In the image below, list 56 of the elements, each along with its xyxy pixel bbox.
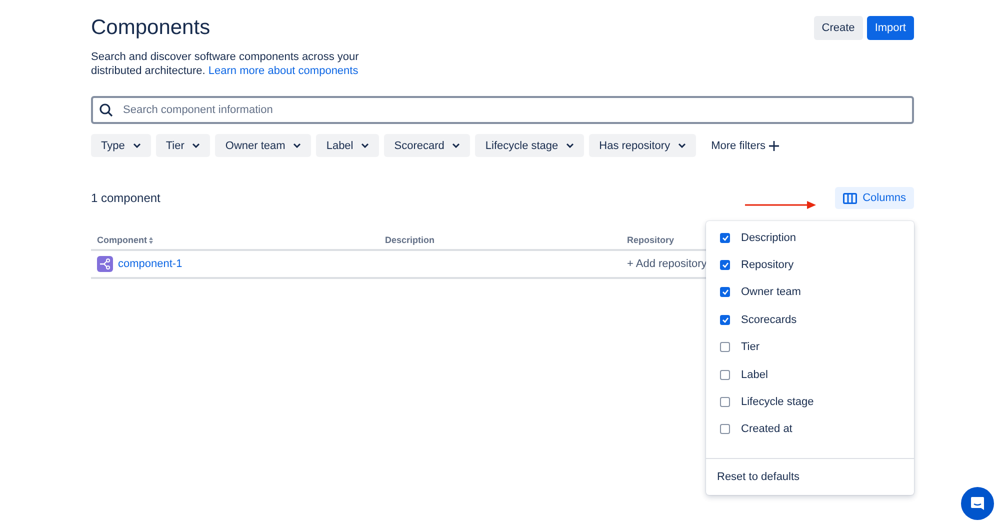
column-option[interactable]: Lifecycle stage bbox=[706, 388, 914, 416]
chevron-down-icon bbox=[132, 143, 141, 148]
search-icon bbox=[99, 103, 113, 117]
filter-dropdown[interactable]: Tier bbox=[156, 134, 210, 157]
chevron-down-icon bbox=[361, 143, 370, 148]
columns-icon bbox=[842, 192, 857, 204]
chevron-down-icon bbox=[678, 143, 686, 148]
checkbox[interactable] bbox=[720, 397, 730, 408]
chat-icon bbox=[970, 496, 985, 511]
description-text: Search and discover software components across your distributed architecture. Learn more about components bbox=[91, 50, 360, 78]
column-option[interactable]: Repository bbox=[706, 251, 914, 279]
chevron-down-icon bbox=[293, 143, 302, 148]
check-icon bbox=[722, 234, 728, 241]
column-option[interactable]: Label bbox=[706, 360, 914, 388]
filter-dropdown[interactable]: Label bbox=[316, 134, 380, 157]
column-option[interactable]: Created at bbox=[706, 416, 914, 444]
filter-dropdown[interactable]: Has repository bbox=[589, 134, 696, 157]
column-option[interactable]: Scorecards bbox=[706, 306, 914, 334]
filter-dropdown[interactable]: Type bbox=[91, 134, 151, 157]
chat-button[interactable] bbox=[961, 487, 994, 520]
chevron-down-icon bbox=[452, 143, 460, 148]
checkbox[interactable] bbox=[720, 424, 730, 434]
arrow-annotation bbox=[745, 200, 817, 210]
reset-to-defaults-button[interactable]: Reset to defaults bbox=[706, 459, 914, 495]
column-option[interactable]: Description bbox=[706, 224, 914, 252]
import-button[interactable]: Import bbox=[866, 16, 914, 40]
plus-icon bbox=[769, 140, 780, 150]
column-header: Description bbox=[385, 235, 435, 245]
component-icon bbox=[97, 256, 113, 272]
check-icon bbox=[722, 262, 728, 268]
component-link[interactable]: component-1 bbox=[118, 258, 182, 270]
column-option[interactable]: Tier bbox=[706, 334, 914, 361]
columns-button[interactable]: Columns bbox=[834, 187, 914, 209]
checkbox[interactable] bbox=[720, 260, 730, 270]
more-filters-button[interactable]: More filters bbox=[701, 134, 790, 157]
search-box[interactable]: Search component information bbox=[91, 96, 914, 124]
column-option[interactable]: Owner team bbox=[706, 278, 914, 306]
column-header[interactable]: Component bbox=[97, 235, 153, 245]
filter-dropdown[interactable]: Lifecycle stage bbox=[475, 134, 584, 157]
filter-dropdown[interactable]: Scorecard bbox=[384, 134, 470, 157]
check-icon bbox=[722, 316, 728, 323]
checkbox[interactable] bbox=[720, 314, 730, 325]
chevron-down-icon bbox=[192, 143, 200, 148]
checkbox[interactable] bbox=[720, 232, 730, 243]
page-title: Components bbox=[91, 16, 210, 40]
learn-more-link[interactable]: Learn more about components bbox=[208, 65, 358, 77]
checkbox[interactable] bbox=[720, 287, 730, 298]
filter-dropdown[interactable]: Owner team bbox=[215, 134, 312, 157]
check-icon bbox=[722, 289, 728, 296]
column-header: Repository bbox=[627, 235, 674, 245]
chevron-down-icon bbox=[566, 143, 574, 148]
create-button[interactable]: Create bbox=[814, 16, 863, 40]
checkbox[interactable] bbox=[720, 370, 730, 380]
result-count: 1 component bbox=[91, 191, 160, 205]
sort-icon bbox=[149, 236, 153, 244]
checkbox[interactable] bbox=[720, 342, 730, 352]
